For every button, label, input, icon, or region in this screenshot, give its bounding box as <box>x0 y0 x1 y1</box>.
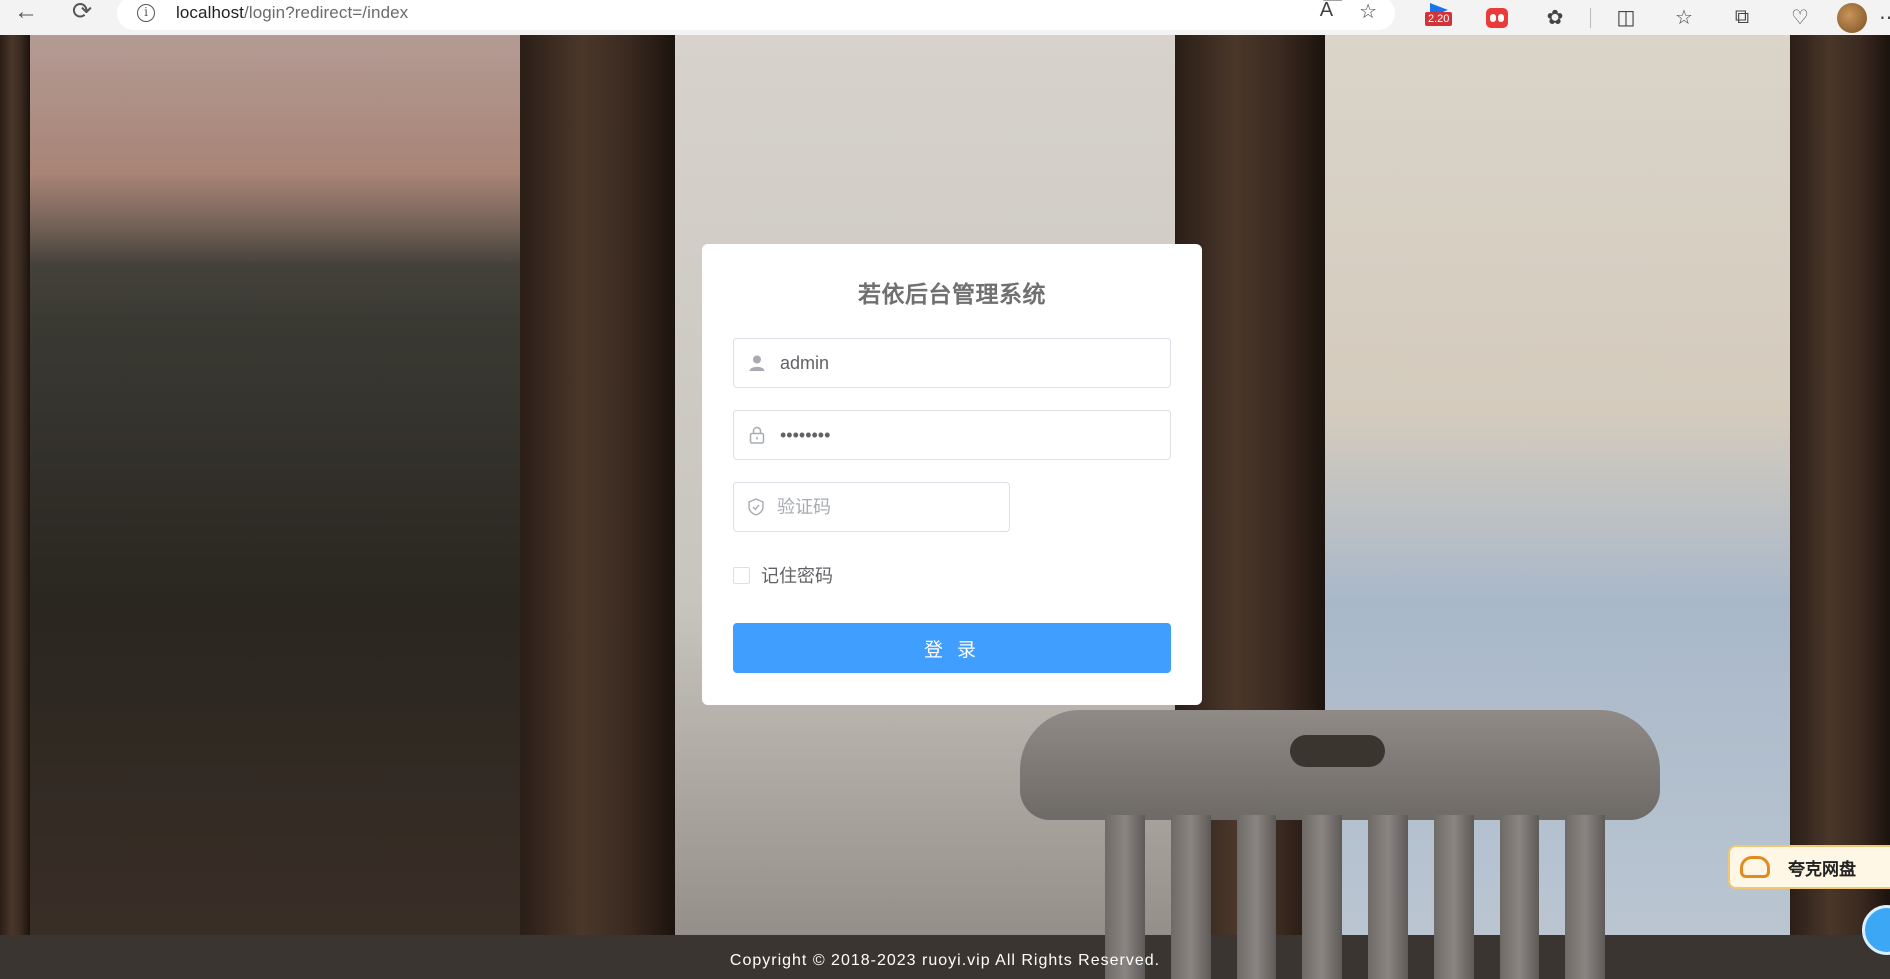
remember-label[interactable]: 记住密码 <box>761 562 833 588</box>
background-chair-handle <box>1290 735 1385 767</box>
extension-flag-icon[interactable]: 2.20 <box>1410 0 1468 35</box>
background-post <box>1790 35 1890 979</box>
favorites-icon[interactable]: ☆ <box>1655 0 1713 35</box>
read-aloud-icon[interactable]: A͞ <box>1320 0 1333 24</box>
more-menu-icon[interactable]: ⋯ <box>1867 0 1890 35</box>
extensions-area: 2.20 ✿ ◫ ☆ ⧉ ♡ ⋯ <box>1410 0 1890 35</box>
password-field[interactable] <box>733 410 1171 460</box>
url-host: localhost <box>176 3 244 22</box>
captcha-field[interactable] <box>733 482 1010 532</box>
browser-essentials-icon[interactable]: ♡ <box>1771 0 1829 35</box>
lock-icon <box>734 426 780 444</box>
profile-avatar[interactable] <box>1837 2 1867 33</box>
login-button[interactable]: 登 录 <box>733 623 1171 673</box>
copyright-footer: Copyright © 2018-2023 ruoyi.vip All Righ… <box>729 952 1161 969</box>
user-icon <box>734 354 780 372</box>
login-title: 若依后台管理系统 <box>858 282 1046 308</box>
browser-toolbar: ← ⟳ i localhost/login?redirect=/index A͞… <box>0 0 1890 35</box>
username-input[interactable] <box>780 340 1170 386</box>
url-path: /login?redirect=/index <box>244 3 409 22</box>
background-post <box>520 35 675 979</box>
quark-label: 夸克网盘 <box>1788 859 1856 880</box>
captcha-input[interactable] <box>777 484 1009 530</box>
username-field[interactable] <box>733 338 1171 388</box>
quark-netdisk-widget[interactable]: 夸克网盘 <box>1728 845 1890 889</box>
refresh-icon[interactable]: ⟳ <box>62 0 102 29</box>
back-icon[interactable]: ← <box>6 0 46 29</box>
toolbar-divider <box>1590 7 1591 28</box>
extensions-puzzle-icon[interactable]: ✿ <box>1526 0 1584 35</box>
extension-red-icon[interactable] <box>1468 0 1526 35</box>
login-form: 若依后台管理系统 记住密码 登 录 <box>702 244 1202 705</box>
info-icon[interactable]: i <box>137 4 155 22</box>
address-bar[interactable]: i localhost/login?redirect=/index A͞ ☆ <box>117 0 1395 30</box>
background-post <box>0 35 30 979</box>
background-sky <box>20 35 540 265</box>
favorite-star-icon[interactable]: ☆ <box>1359 0 1377 24</box>
remember-checkbox[interactable] <box>733 566 750 584</box>
split-screen-icon[interactable]: ◫ <box>1597 0 1655 35</box>
collections-icon[interactable]: ⧉ <box>1713 0 1771 35</box>
url-text[interactable]: localhost/login?redirect=/index <box>176 3 408 23</box>
shield-icon <box>734 498 777 516</box>
cloud-icon <box>1740 856 1770 878</box>
password-input[interactable] <box>780 412 1170 458</box>
remember-password[interactable]: 记住密码 <box>733 562 1171 588</box>
extension-badge: 2.20 <box>1425 12 1453 26</box>
